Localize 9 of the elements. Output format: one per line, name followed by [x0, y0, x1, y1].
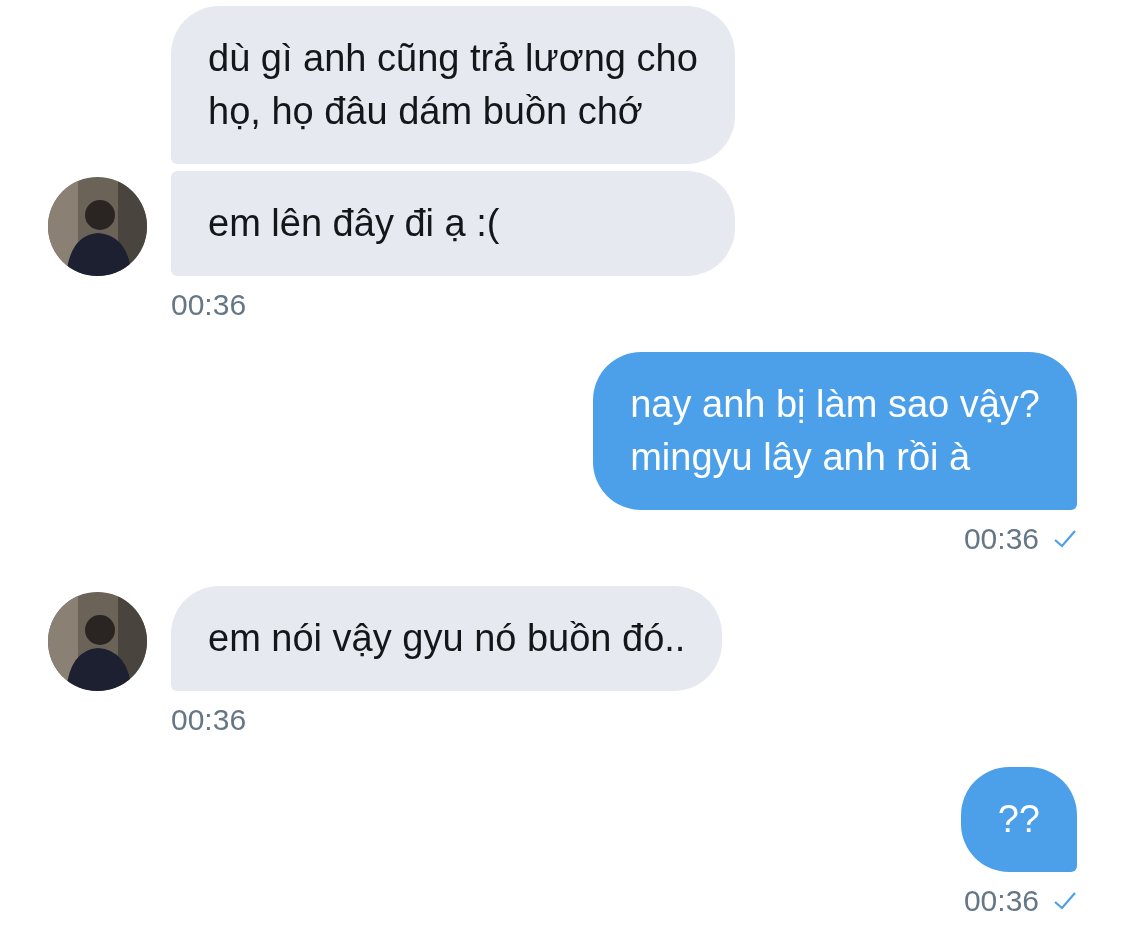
- timestamp: 00:36: [171, 288, 247, 322]
- message-bubble: dù gì anh cũng trả lương cho họ, họ đâu dám buồn chớ: [171, 6, 735, 164]
- message-bubble: ??: [960, 767, 1077, 872]
- message-bubble: em nói vậy gyu nó buồn đó..: [171, 586, 723, 691]
- timestamp: 00:36: [171, 703, 247, 737]
- message-bubble: nay anh bị làm sao vậy? mingyu lây anh rồi à: [593, 352, 1077, 510]
- timestamp: 00:36: [963, 884, 1039, 918]
- timestamp: 00:36: [963, 522, 1039, 556]
- message-bubble: em lên đây đi ạ :(: [171, 171, 735, 276]
